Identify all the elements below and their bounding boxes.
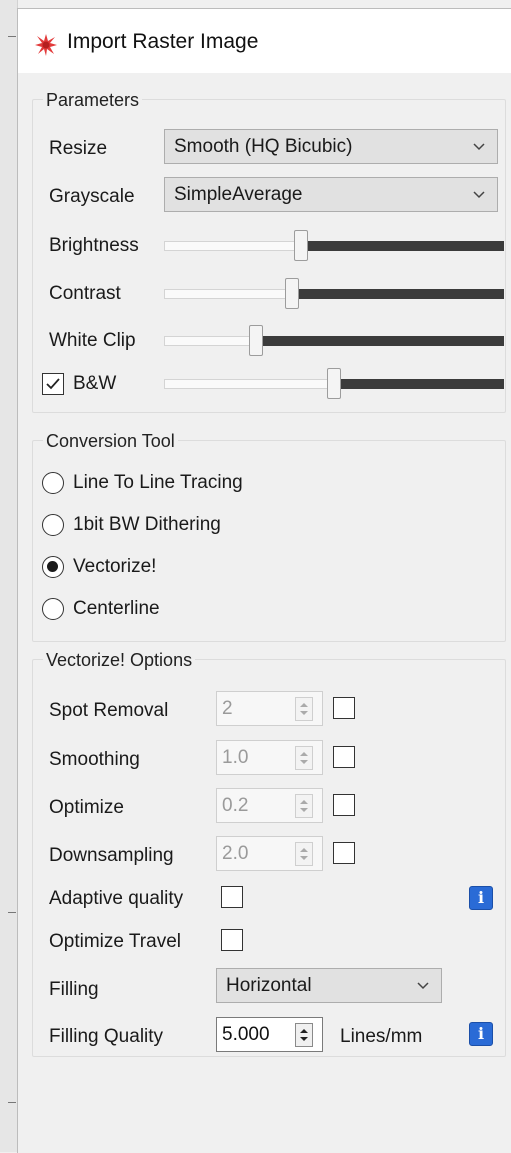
grayscale-value: SimpleAverage (174, 184, 303, 205)
radio-selected-dot (47, 561, 58, 572)
spinner-arrows-icon (300, 848, 308, 860)
resize-label: Resize (49, 138, 108, 159)
brightness-track (164, 241, 301, 251)
radio-centerline[interactable] (42, 598, 64, 620)
brightness-fill (301, 241, 504, 251)
downsampling-input[interactable]: 2.0 (216, 836, 323, 871)
radio-line-to-line-label[interactable]: Line To Line Tracing (73, 472, 243, 494)
optimize-spinner[interactable] (295, 794, 313, 818)
spinner-arrows-icon (300, 703, 308, 715)
optimize-value: 0.2 (222, 795, 249, 816)
title-bar: Import Raster Image (18, 9, 511, 73)
brightness-thumb[interactable] (294, 230, 308, 261)
optimize-label: Optimize (49, 797, 124, 818)
downsampling-value: 2.0 (222, 843, 249, 864)
white-clip-track (164, 336, 256, 346)
filling-quality-info-icon[interactable]: i (469, 1022, 493, 1046)
background-window-edge (0, 0, 18, 1152)
smoothing-checkbox[interactable] (333, 746, 355, 768)
bw-checkbox[interactable] (42, 373, 64, 395)
adaptive-quality-label: Adaptive quality (49, 888, 184, 909)
brightness-label: Brightness (49, 235, 139, 256)
filling-quality-unit: Lines/mm (340, 1026, 423, 1047)
adaptive-quality-checkbox[interactable] (221, 886, 243, 908)
smoothing-label: Smoothing (49, 749, 140, 770)
chevron-down-icon (417, 982, 429, 990)
optimize-travel-checkbox[interactable] (221, 929, 243, 951)
contrast-label: Contrast (49, 283, 121, 304)
spot-removal-value: 2 (222, 698, 233, 719)
radio-1bit-dithering[interactable] (42, 514, 64, 536)
resize-value: Smooth (HQ Bicubic) (174, 136, 353, 157)
downsampling-spinner[interactable] (295, 842, 313, 866)
spot-removal-input[interactable]: 2 (216, 691, 323, 726)
downsampling-label: Downsampling (49, 845, 174, 866)
contrast-slider[interactable] (164, 278, 504, 310)
bw-track (164, 379, 334, 389)
spinner-arrows-icon (300, 1029, 308, 1041)
contrast-fill (292, 289, 504, 299)
radio-1bit-dithering-label[interactable]: 1bit BW Dithering (73, 514, 221, 536)
filling-dropdown[interactable]: Horizontal (216, 968, 442, 1003)
parameters-legend: Parameters (43, 89, 143, 111)
optimize-travel-label: Optimize Travel (49, 931, 181, 952)
filling-quality-spinner[interactable] (295, 1023, 313, 1047)
radio-line-to-line[interactable] (42, 472, 64, 494)
optimize-checkbox[interactable] (333, 794, 355, 816)
conversion-tool-group: Conversion Tool Line To Line Tracing 1bi… (32, 430, 506, 642)
chevron-down-icon (473, 143, 485, 151)
filling-quality-label: Filling Quality (49, 1026, 164, 1047)
bw-thumb[interactable] (327, 368, 341, 399)
white-clip-thumb[interactable] (249, 325, 263, 356)
bw-slider[interactable] (164, 368, 504, 400)
brightness-slider[interactable] (164, 230, 504, 262)
white-clip-slider[interactable] (164, 325, 504, 357)
white-clip-fill (256, 336, 504, 346)
window-title: Import Raster Image (67, 30, 259, 53)
downsampling-checkbox[interactable] (333, 842, 355, 864)
filling-quality-input[interactable]: 5.000 (216, 1017, 323, 1052)
spot-removal-spinner[interactable] (295, 697, 313, 721)
white-clip-label: White Clip (49, 330, 136, 351)
grayscale-dropdown[interactable]: SimpleAverage (164, 177, 498, 212)
filling-label: Filling (49, 979, 99, 1000)
grayscale-label: Grayscale (49, 186, 135, 207)
bw-fill (334, 379, 504, 389)
resize-dropdown[interactable]: Smooth (HQ Bicubic) (164, 129, 498, 164)
checkmark-icon (46, 378, 60, 390)
radio-vectorize-label[interactable]: Vectorize! (73, 556, 156, 578)
chevron-down-icon (473, 191, 485, 199)
import-raster-window: Import Raster Image Parameters Resize Sm… (17, 8, 511, 1153)
filling-value: Horizontal (226, 975, 312, 996)
smoothing-input[interactable]: 1.0 (216, 740, 323, 775)
radio-centerline-label[interactable]: Centerline (73, 598, 160, 620)
bw-label: B&W (73, 373, 117, 394)
optimize-input[interactable]: 0.2 (216, 788, 323, 823)
filling-quality-value: 5.000 (222, 1024, 270, 1045)
vectorize-options-legend: Vectorize! Options (43, 649, 196, 671)
spot-removal-checkbox[interactable] (333, 697, 355, 719)
radio-vectorize[interactable] (42, 556, 64, 578)
contrast-thumb[interactable] (285, 278, 299, 309)
smoothing-spinner[interactable] (295, 746, 313, 770)
parameters-group: Parameters Resize Smooth (HQ Bicubic) Gr… (32, 89, 506, 413)
smoothing-value: 1.0 (222, 747, 249, 768)
vectorize-options-group: Vectorize! Options Spot Removal 2 Smooth… (32, 649, 506, 1057)
spot-removal-label: Spot Removal (49, 700, 169, 721)
contrast-track (164, 289, 292, 299)
adaptive-quality-info-icon[interactable]: i (469, 886, 493, 910)
laser-burst-icon (35, 34, 57, 56)
spinner-arrows-icon (300, 800, 308, 812)
conversion-tool-legend: Conversion Tool (43, 430, 178, 452)
spinner-arrows-icon (300, 752, 308, 764)
